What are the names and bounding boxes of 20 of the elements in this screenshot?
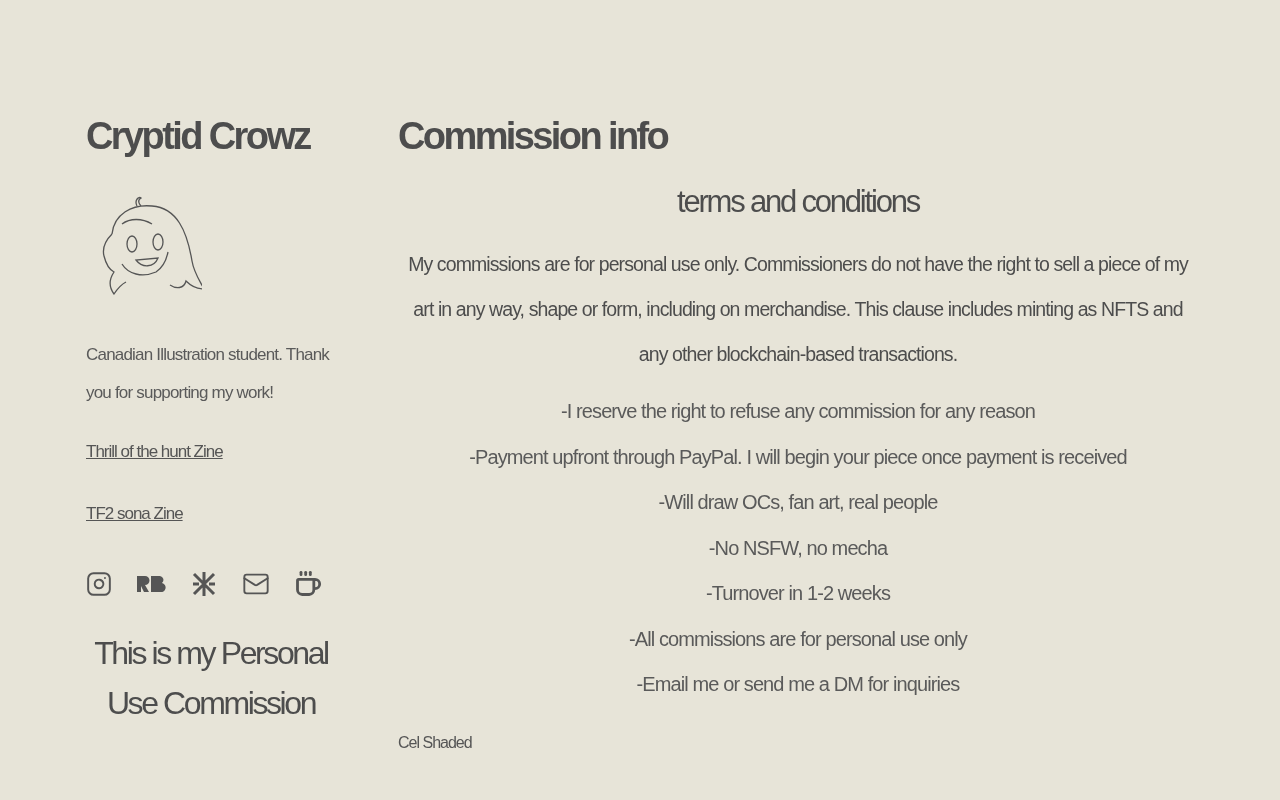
section-subtitle: terms and conditions xyxy=(675,184,921,220)
rule-text: -Will draw OCs, fan art, real people xyxy=(657,490,939,515)
rule-text: -All commissions are for personal use only xyxy=(628,626,969,652)
promo-heading: This is my Personal Use Commission xyxy=(93,634,329,723)
zine-link[interactable]: TF2 sona Zine xyxy=(86,504,183,524)
cup-icon[interactable] xyxy=(294,570,322,598)
bio-text: Canadian Illustration student. Thank you for supporting my work! xyxy=(86,344,331,404)
rule-text: -I reserve the right to refuse any commission for any reason xyxy=(560,399,1036,424)
instagram-icon[interactable] xyxy=(86,571,112,597)
zine-link[interactable]: Thrill of the hunt Zine xyxy=(86,442,223,462)
page-title: Commission info xyxy=(398,114,669,159)
notice-paragraph: My commissions are for personal use only. Commissioners do not have the right to sell a piece of my art in any way, shape or form, including on merchandise. This clause includes minting as NFTS and any other blockchain-based transactions. xyxy=(407,252,1190,367)
rule-text: -Email me or send me a DM for inquiries xyxy=(635,672,961,697)
rule-text: -Payment upfront through PayPal. I will begin your piece once payment is received xyxy=(468,444,1128,470)
blocky-logo-icon[interactable] xyxy=(136,574,166,594)
crossed-lines-icon[interactable] xyxy=(190,570,218,598)
section-label: Cel Shaded xyxy=(398,733,473,752)
site-title[interactable]: Cryptid Crowz xyxy=(86,108,336,164)
rule-text: -No NSFW, no mecha xyxy=(707,535,889,561)
rule-text: -Turnover in 1-2 weeks xyxy=(705,581,892,606)
